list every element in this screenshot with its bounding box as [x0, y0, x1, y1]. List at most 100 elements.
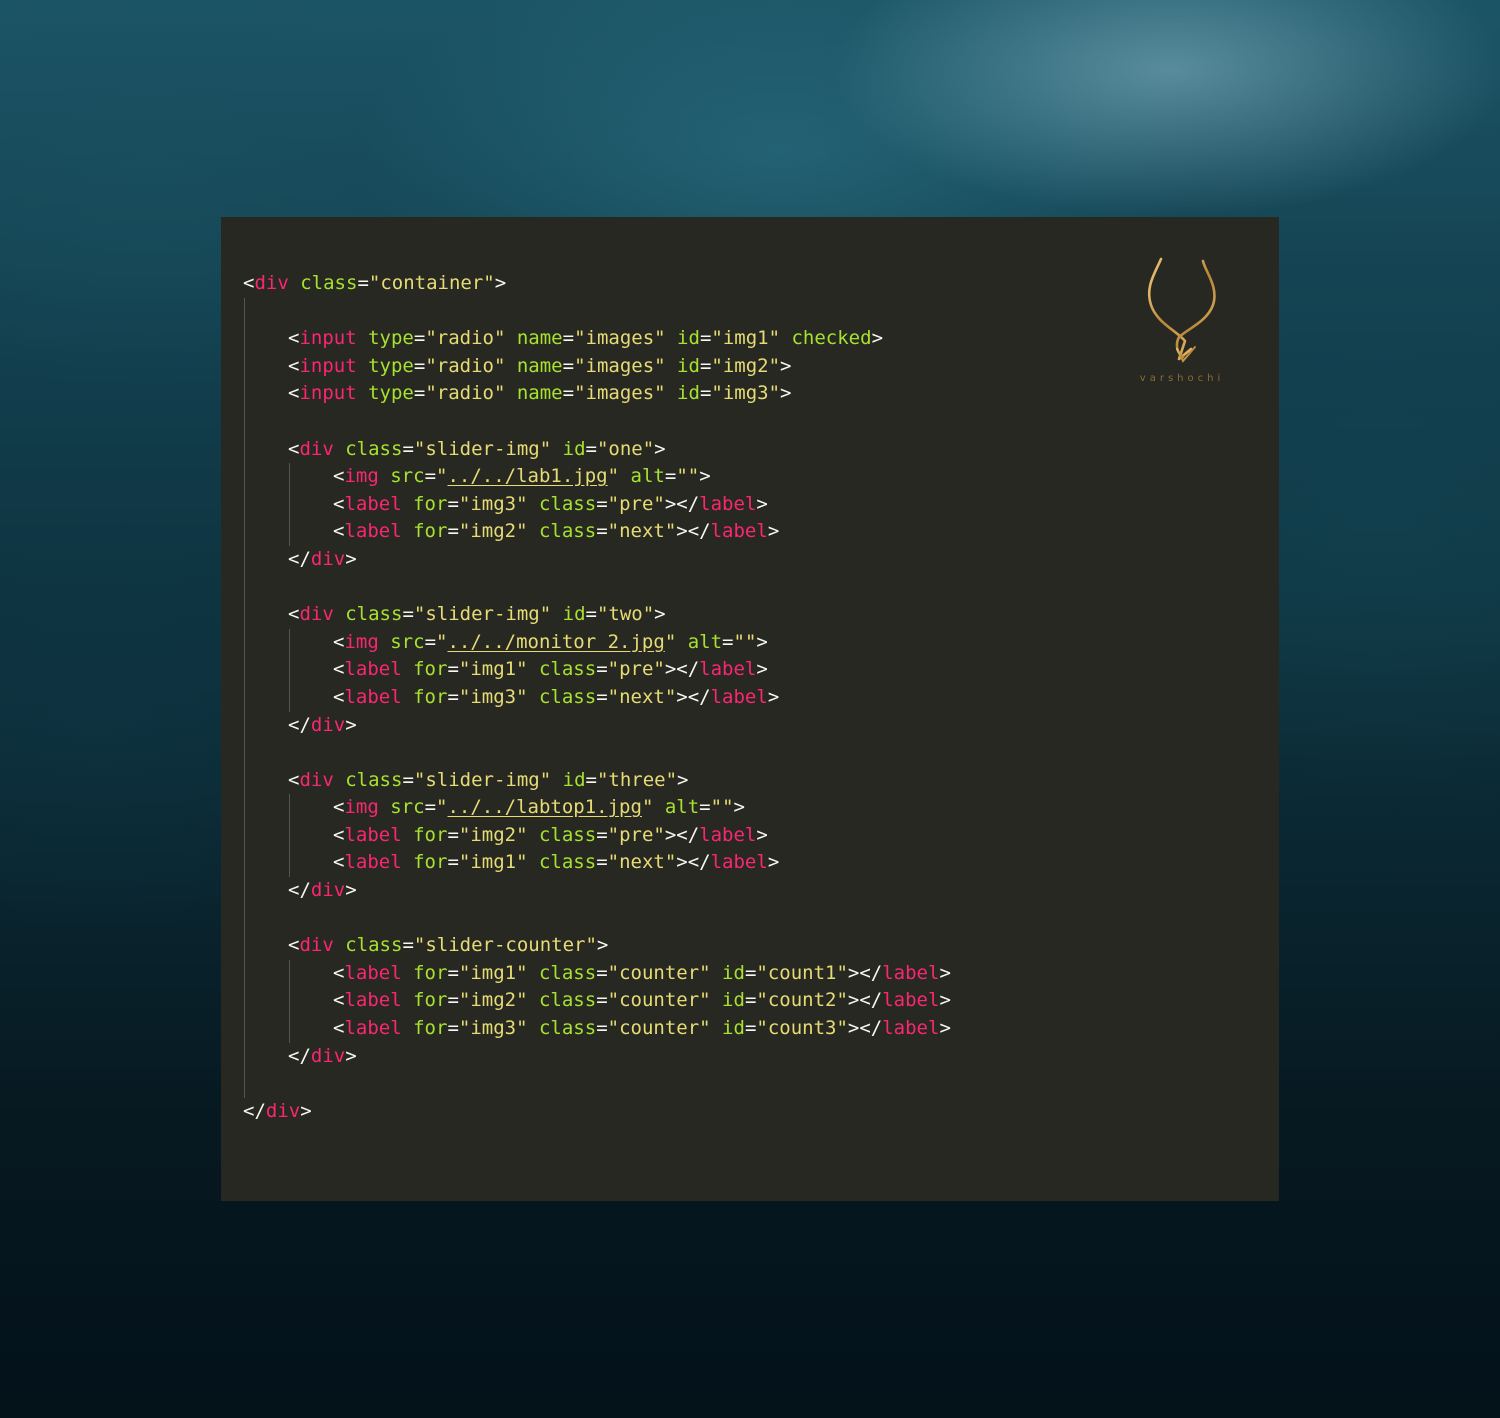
code-punct-token [619, 465, 630, 487]
code-tag-token: label [882, 961, 940, 984]
code-line: <img src="../../monitor 2.jpg" alt=""> [243, 629, 951, 657]
code-string-token: "next" [607, 685, 677, 708]
code-block: <div class="container"> <input type="radi… [243, 270, 951, 1125]
code-attr-token: for [413, 658, 448, 681]
code-attr-token: for [413, 1017, 448, 1040]
code-punct-token: </ [288, 547, 311, 570]
code-attr-token: class [538, 989, 597, 1012]
code-punct-token [402, 493, 413, 515]
code-string-token: "radio" [425, 327, 506, 350]
code-string-token: "container" [368, 272, 495, 294]
code-attr-token: for [413, 851, 448, 874]
code-tag-token: div [299, 437, 334, 460]
code-tag-token: img [344, 630, 379, 653]
code-line: <label for="img3" class="next"></label> [243, 684, 951, 712]
antelope-horns-icon [1147, 257, 1216, 363]
code-string-token: "counter" [607, 961, 711, 984]
code-tag-token: label [344, 989, 402, 1012]
code-string-token: "img3" [711, 382, 781, 405]
code-string-token: "img3" [458, 492, 528, 515]
code-tag-token: label [344, 658, 402, 681]
indent-guide [244, 297, 245, 1098]
code-tag-token: div [310, 879, 346, 902]
code-punct-token: = [402, 603, 414, 626]
code-attr-token: class [538, 823, 597, 846]
code-attr-token: class [300, 272, 358, 294]
code-attr-token: for [413, 989, 448, 1012]
code-string-token: "slider-img" [413, 437, 552, 460]
code-punct-token [289, 272, 300, 294]
code-punct-token [402, 824, 413, 846]
code-line: <img src="../../labtop1.jpg" alt=""> [243, 794, 951, 822]
code-punct-token [505, 382, 516, 404]
code-string-token: "slider-img" [413, 603, 552, 626]
code-line: <div class="slider-img" id="two"> [243, 601, 951, 629]
code-punct-token: = [744, 961, 757, 984]
indent-guide [289, 463, 290, 546]
code-punct-token: > [756, 630, 768, 653]
code-tag-token: label [344, 961, 402, 984]
code-attr-token: alt [630, 465, 665, 488]
code-punct-token: ></ [847, 989, 883, 1012]
code-punct-token: < [333, 989, 345, 1012]
code-punct-token [711, 1017, 722, 1039]
code-line: </div> [243, 877, 951, 905]
code-attr-token: class [345, 437, 403, 460]
code-punct-token [528, 520, 539, 542]
code-punct-token: = [596, 492, 608, 515]
code-attr-token: for [413, 823, 448, 846]
code-punct-token [505, 327, 516, 349]
code-punct-token: < [288, 327, 300, 350]
code-punct-token: < [288, 603, 300, 626]
code-tag-token: div [310, 1044, 346, 1067]
code-punct-token: < [288, 437, 300, 460]
code-punct-token: = [424, 465, 437, 488]
code-tag-token: label [344, 520, 402, 543]
code-punct-token: > [345, 1044, 357, 1067]
code-tag-token: input [299, 382, 357, 405]
code-punct-token: = [562, 354, 575, 377]
code-string-token: "img1" [458, 851, 528, 874]
code-attr-token: id [722, 961, 745, 984]
code-string-token: "" [710, 796, 734, 819]
code-punct-token: ></ [847, 961, 883, 984]
code-punct-token [528, 686, 539, 708]
code-punct-token: > [767, 851, 780, 874]
code-attr-token: checked [791, 327, 872, 350]
code-punct-token [666, 382, 677, 404]
code-punct-token: ></ [664, 492, 700, 515]
code-line: <label for="img1" class="pre"></label> [243, 656, 951, 684]
code-punct-token: > [871, 327, 884, 350]
code-punct-token: > [699, 465, 711, 488]
code-attr-token: id [677, 354, 700, 377]
indent-guide [289, 628, 290, 712]
code-string-token: " [436, 796, 448, 819]
code-punct-token: = [424, 796, 437, 819]
code-punct-token: < [333, 1017, 345, 1040]
code-punct-token: ></ [676, 851, 711, 874]
code-line: </div> [243, 712, 951, 740]
code-string-token: "slider-counter" [413, 934, 597, 957]
code-attr-token: id [562, 437, 586, 460]
code-tag-token: div [310, 713, 346, 736]
code-string-token: "img2" [711, 354, 781, 377]
code-punct-token [334, 438, 345, 460]
code-line: <label for="img1" class="counter" id="co… [243, 960, 951, 988]
code-punct-token: = [699, 796, 711, 819]
code-punct-token: > [733, 796, 745, 819]
code-string-token: " [436, 465, 448, 488]
code-punct-token: = [447, 961, 459, 984]
code-punct-token: </ [288, 1044, 311, 1067]
code-punct-token [528, 493, 539, 515]
code-punct-token [357, 327, 368, 349]
code-punct-token [711, 962, 722, 984]
code-punct-token: = [413, 327, 426, 350]
code-punct-token: = [447, 989, 459, 1012]
code-punct-token: = [699, 354, 712, 377]
code-string-token: "img1" [458, 961, 528, 984]
code-punct-token: > [345, 713, 357, 736]
code-line: <label for="img3" class="pre"></label> [243, 491, 951, 519]
code-punct-token: = [722, 630, 734, 653]
code-string-token: "images" [574, 382, 666, 405]
